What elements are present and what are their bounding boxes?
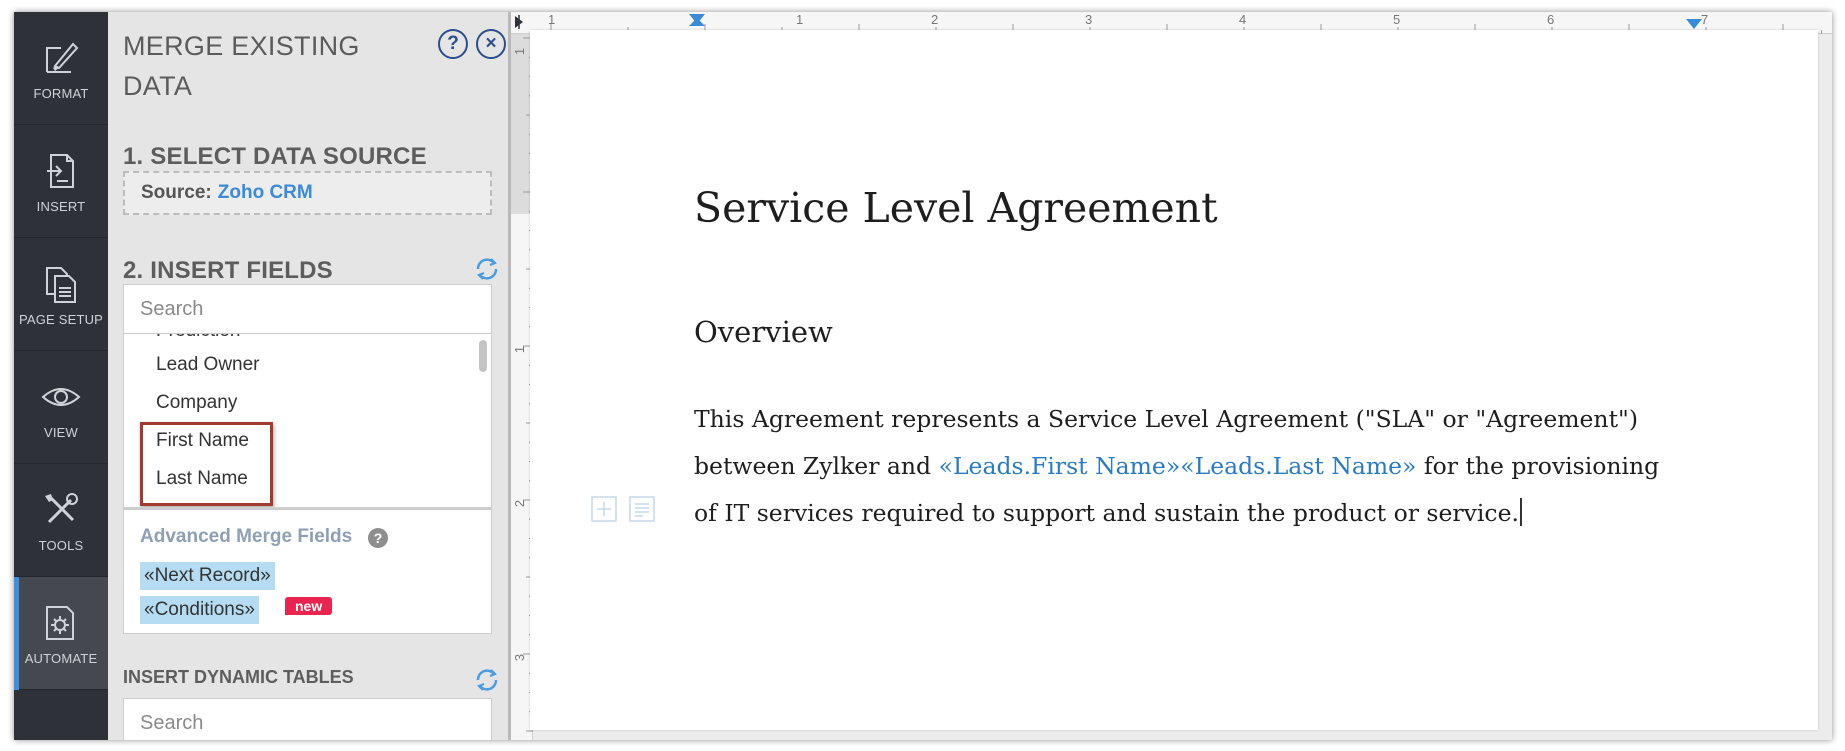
source-value-link[interactable]: Zoho CRM [218,182,313,203]
line3-text: of IT services required to support and s… [694,499,1519,527]
v-ruler-number-1a: 1 [512,47,528,56]
insert-document-icon [47,154,74,188]
rail-view-label: VIEW [43,425,79,440]
v-ruler-number-3: 3 [512,653,528,662]
document-title[interactable]: Service Level Agreement [694,184,1218,232]
h-ruler-number-5: 5 [1393,12,1401,27]
automate-gear-icon [46,606,74,640]
rail-automate-label: AUTOMATE [24,651,98,666]
conditions-chip[interactable]: «Conditions» [140,596,259,624]
h-ruler-number-2: 2 [931,12,939,27]
h-ruler-number-1: 1 [796,12,804,27]
paragraph-options-icon[interactable] [629,496,655,522]
rail-automate[interactable]: AUTOMATE [14,577,108,690]
panel-title-line1: MERGE EXISTING [123,31,360,61]
document-heading-overview[interactable]: Overview [694,315,833,349]
add-block-icon[interactable] [591,496,617,522]
v-ruler-number-1: 1 [512,345,528,354]
document-paragraph-line1[interactable]: This Agreement represents a Service Leve… [694,405,1638,433]
merge-field-first-name[interactable]: «Leads.First Name» [939,452,1181,480]
document-paragraph-line3[interactable]: of IT services required to support and s… [694,498,1522,527]
line2-text-after: for the provisioning [1416,452,1660,480]
data-source-box[interactable]: Source: Zoho CRM [123,171,492,215]
tables-search-input[interactable]: Search [123,698,492,740]
highlight-box [140,422,273,506]
insert-dynamic-tables-heading: INSERT DYNAMIC TABLES [123,667,354,687]
rail-tools-label: TOOLS [38,538,84,553]
left-toolbar-rail: FORMAT INSERT PAGE SETUP VIEW TOOLS AUTO… [14,12,108,740]
advanced-merge-fields-title: Advanced Merge Fields [140,526,353,547]
select-data-source-heading: 1. SELECT DATA SOURCE [123,143,427,170]
h-ruler-number-7: 7 [1701,12,1709,27]
format-brush-icon [46,42,79,73]
help-button[interactable]: ? [438,29,468,59]
field-item-lead-owner[interactable]: Lead Owner [156,354,260,376]
document-paragraph-line2[interactable]: between Zylker and «Leads.First Name»«Le… [694,452,1659,480]
line2-text-before: between Zylker and [694,452,939,480]
rail-tools[interactable]: TOOLS [14,464,108,577]
merge-field-last-name[interactable]: «Leads.Last Name» [1180,452,1416,480]
merge-panel: MERGE EXISTING DATA ? × 1. SELECT DATA S… [108,12,508,740]
fields-search-input[interactable]: Search [123,284,492,334]
close-button[interactable]: × [476,29,506,59]
rail-insert-label: INSERT [36,199,86,214]
panel-title: MERGE EXISTING DATA [123,26,383,106]
tools-icon [45,493,78,524]
advanced-merge-fields-box: Advanced Merge Fields ? «Next Record» «C… [123,508,492,634]
rail-insert[interactable]: INSERT [14,125,108,238]
h-ruler-number-4: 4 [1239,12,1247,27]
insert-fields-heading: 2. INSERT FIELDS [123,257,333,284]
source-label: Source: [141,182,212,203]
advanced-help-icon[interactable]: ? [368,528,388,548]
h-ruler-number-6: 6 [1547,12,1555,27]
text-caret [1519,498,1522,526]
field-item-company[interactable]: Company [156,392,237,414]
h-ruler-number-1a: 1 [548,12,556,27]
h-ruler-number-3: 3 [1085,12,1093,27]
field-item-prediction[interactable]: Prediction [156,334,241,342]
eye-icon [41,388,81,406]
rail-page-setup-label: PAGE SETUP [18,312,104,327]
v-ruler-number-2: 2 [512,499,528,508]
right-indent-marker-icon[interactable] [1686,19,1702,29]
new-badge: new [285,597,333,615]
document-page[interactable] [530,30,1818,730]
page-setup-icon [46,267,76,303]
refresh-tables-icon[interactable] [474,667,500,693]
rail-page-setup[interactable]: PAGE SETUP [14,238,108,351]
field-list-scrollbar[interactable] [479,340,487,372]
refresh-fields-icon[interactable] [474,256,500,282]
rail-format-label: FORMAT [33,86,89,101]
panel-title-line2: DATA [123,71,193,101]
next-record-chip[interactable]: «Next Record» [140,562,275,590]
rail-format[interactable]: FORMAT [14,12,108,125]
rail-view[interactable]: VIEW [14,351,108,464]
field-list: Prediction Lead Owner Company First Name… [123,334,492,508]
